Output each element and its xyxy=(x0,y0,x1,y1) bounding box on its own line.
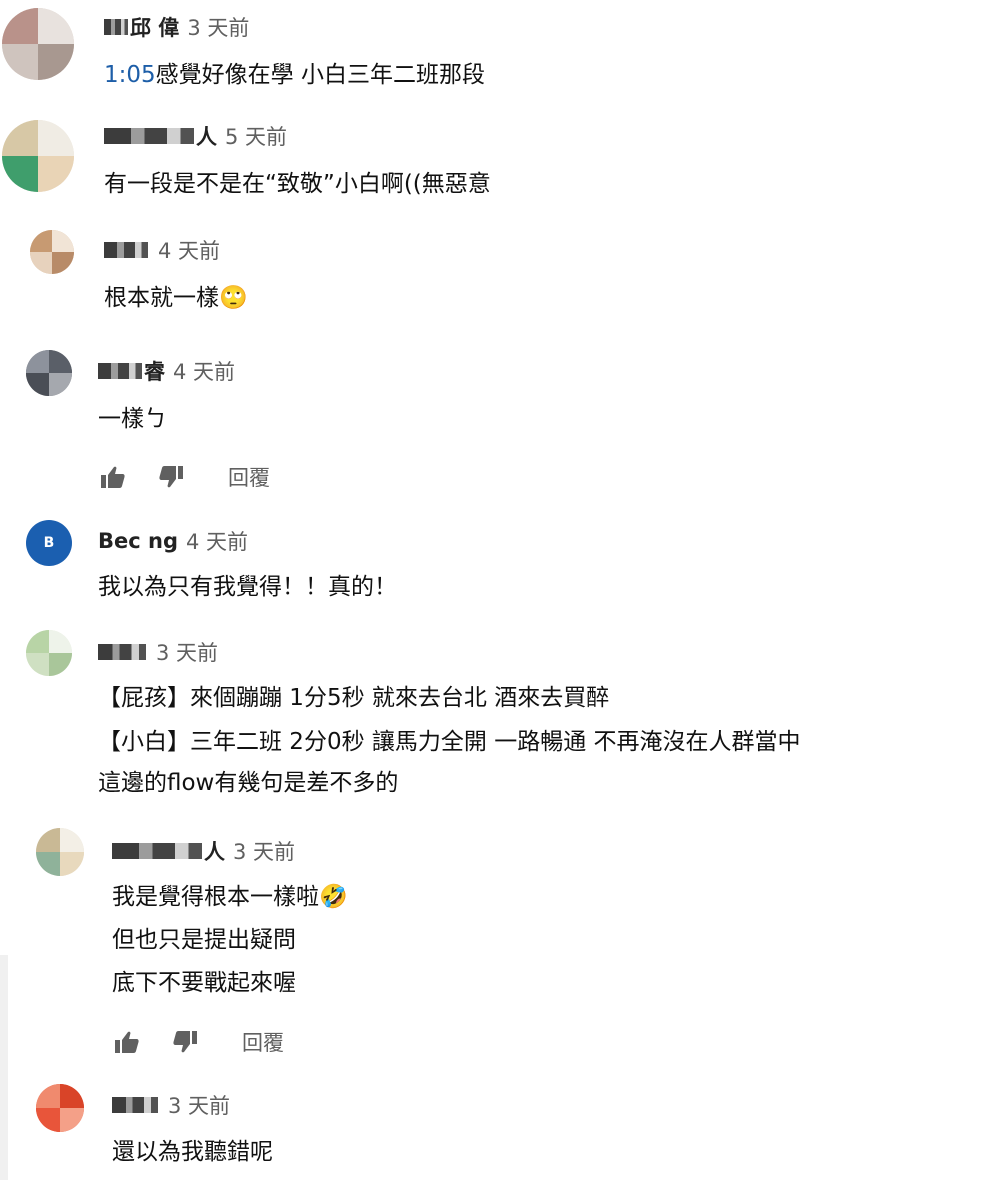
comment-line: 【小白】三年二班 2分0秒 讓馬力全開 一路暢通 不再淹沒在人群當中 xyxy=(98,729,801,755)
comment-time[interactable]: 3 天前 xyxy=(156,637,218,667)
redacted-name xyxy=(98,363,142,379)
redacted-name xyxy=(112,1097,158,1113)
comment-meta: 人 3 天前 xyxy=(112,836,295,866)
redacted-name xyxy=(98,644,146,660)
comment-meta: 邱 偉 3 天前 xyxy=(104,12,249,42)
author-name[interactable]: Bec ng xyxy=(98,529,178,553)
comment-line: 這邊的flow有幾句是差不多的 xyxy=(98,770,399,796)
redacted-name xyxy=(104,242,148,258)
comment-meta: 4 天前 xyxy=(104,235,220,265)
comment-line: 感覺好像在學 小白三年二班那段 xyxy=(155,62,485,88)
redacted-name xyxy=(104,19,128,35)
comment-line: 【屁孩】來個蹦蹦 1分5秒 就來去台北 酒來去買醉 xyxy=(98,685,610,711)
scroll-edge xyxy=(0,955,8,1180)
reply-button[interactable]: 回覆 xyxy=(242,1027,284,1057)
comment-time[interactable]: 4 天前 xyxy=(158,235,220,265)
comment-time[interactable]: 4 天前 xyxy=(173,356,235,386)
comment-time[interactable]: 3 天前 xyxy=(187,12,249,42)
comment-actions: 回覆 xyxy=(98,461,270,493)
thumbs-up-icon xyxy=(101,466,125,488)
comment-meta: 3 天前 xyxy=(98,637,218,667)
avatar-letter: B xyxy=(43,535,55,551)
comment-meta: 3 天前 xyxy=(112,1090,230,1120)
avatar[interactable] xyxy=(36,1084,84,1132)
comment-time[interactable]: 4 天前 xyxy=(186,526,248,556)
avatar[interactable] xyxy=(2,8,74,80)
avatar[interactable] xyxy=(36,828,84,876)
comment-line: 我是覺得根本一樣啦🤣 xyxy=(112,884,348,910)
avatar[interactable] xyxy=(26,350,72,396)
redacted-name xyxy=(104,128,194,144)
dislike-button[interactable] xyxy=(170,1027,200,1057)
comment-line: 一樣ㄅ xyxy=(98,406,167,432)
comment-time[interactable]: 3 天前 xyxy=(168,1090,230,1120)
author-name[interactable]: 邱 偉 xyxy=(130,12,179,42)
avatar[interactable] xyxy=(26,630,72,676)
comment-time[interactable]: 5 天前 xyxy=(225,121,287,151)
comment-line: 但也只是提出疑問 xyxy=(112,927,296,953)
thumbs-down-icon xyxy=(173,1031,197,1053)
comment-line: 還以為我聽錯呢 xyxy=(112,1139,273,1165)
timestamp-link[interactable]: 1:05 xyxy=(104,62,156,88)
comment-line: 我以為只有我覺得！！真的！ xyxy=(98,574,397,600)
comment-text: 1:05感覺好像在學 小白三年二班那段 xyxy=(104,60,485,90)
author-name[interactable]: 人 xyxy=(204,836,225,866)
avatar[interactable] xyxy=(30,230,74,274)
author-name[interactable]: 睿 xyxy=(144,356,165,386)
comment-meta: 睿 4 天前 xyxy=(98,356,235,386)
thumbs-up-icon xyxy=(115,1031,139,1053)
comment-line: 根本就一樣🙄 xyxy=(104,285,248,311)
comment-line: 有一段是不是在“致敬”小白啊((無惡意 xyxy=(104,171,491,197)
comment-time[interactable]: 3 天前 xyxy=(233,836,295,866)
avatar[interactable] xyxy=(2,120,74,192)
like-button[interactable] xyxy=(98,462,128,492)
avatar[interactable]: B xyxy=(26,520,72,566)
thumbs-down-icon xyxy=(159,466,183,488)
author-name[interactable]: 人 xyxy=(196,121,217,151)
comment-line: 底下不要戰起來喔 xyxy=(112,970,296,996)
dislike-button[interactable] xyxy=(156,462,186,492)
reply-button[interactable]: 回覆 xyxy=(228,462,270,492)
redacted-name xyxy=(112,843,202,859)
comment-actions: 回覆 xyxy=(112,1026,284,1058)
comment-meta: 人 5 天前 xyxy=(104,121,287,151)
comment-meta: Bec ng 4 天前 xyxy=(98,526,248,556)
like-button[interactable] xyxy=(112,1027,142,1057)
